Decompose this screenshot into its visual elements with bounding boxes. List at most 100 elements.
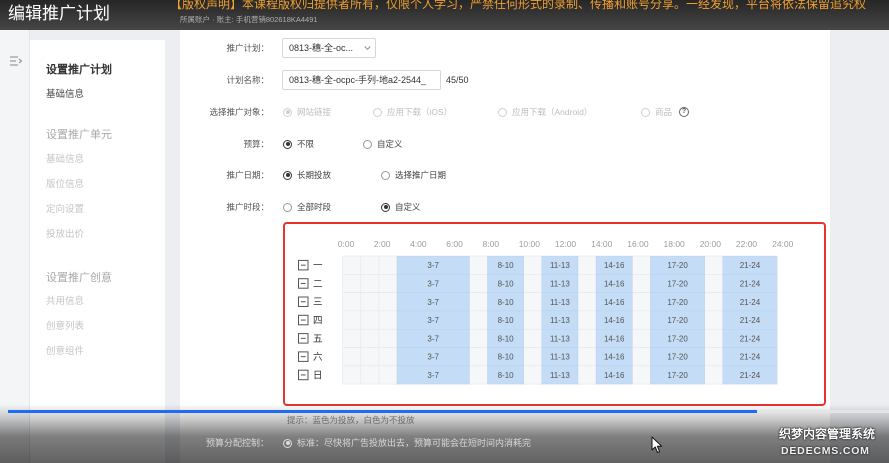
budget-option-custom[interactable]: 自定义: [363, 138, 403, 150]
schedule-cell-off[interactable]: [378, 365, 398, 385]
schedule-cell-off[interactable]: [360, 328, 380, 348]
schedule-cell-off[interactable]: [360, 292, 380, 312]
schedule-cell-off[interactable]: [469, 310, 488, 330]
schedule-cell-off[interactable]: [704, 310, 724, 330]
help-icon[interactable]: [679, 107, 689, 117]
schedule-cell-off[interactable]: [342, 255, 362, 275]
schedule-cell-off[interactable]: [631, 347, 651, 367]
radio-circle: [381, 170, 390, 180]
target-option-ios[interactable]: 应用下载（iOS）: [373, 106, 452, 118]
schedule-cell-off[interactable]: [577, 347, 597, 367]
schedule-cell-off[interactable]: [704, 273, 724, 293]
target-option-product[interactable]: 商品: [641, 106, 672, 118]
schedule-cell-off[interactable]: [704, 255, 724, 275]
sidebar-section-unit[interactable]: 设置推广单元: [46, 128, 112, 142]
schedule-block-label: 14-16: [604, 298, 625, 307]
schedule-cell-off[interactable]: [577, 273, 597, 293]
sidebar-section-plan[interactable]: 设置推广计划: [46, 63, 112, 77]
minus-square-icon[interactable]: [298, 259, 309, 271]
schedule-cell-off[interactable]: [469, 365, 488, 385]
schedule-cell-off[interactable]: [469, 292, 488, 312]
minus-square-icon[interactable]: [298, 278, 309, 289]
sidebar-item-unit-placement[interactable]: 版位信息: [46, 179, 84, 191]
schedule-cell-off[interactable]: [577, 310, 597, 330]
schedule-cell-off[interactable]: [704, 292, 724, 312]
chevron-down-icon: [364, 46, 371, 51]
minus-square-icon[interactable]: [298, 333, 309, 344]
schedule-cell-off[interactable]: [360, 255, 380, 275]
schedule-cell-off[interactable]: [577, 255, 597, 275]
schedule-cell-off[interactable]: [704, 328, 724, 348]
minus-square-icon[interactable]: [298, 296, 309, 307]
schedule-cell-off[interactable]: [378, 255, 398, 275]
schedule-cell-off[interactable]: [342, 310, 362, 330]
schedule-cell-off[interactable]: [523, 273, 543, 293]
schedule-cell-off[interactable]: [704, 347, 724, 367]
schedule-cell-off[interactable]: [342, 292, 362, 312]
date-option-long-term[interactable]: 长期投放: [283, 169, 331, 181]
video-progress-bar[interactable]: [8, 410, 889, 413]
period-option-custom[interactable]: 自定义: [381, 201, 421, 213]
schedule-cell-off[interactable]: [577, 328, 597, 348]
schedule-cell-off[interactable]: [469, 328, 488, 348]
sidebar-item-unit-targeting[interactable]: 定向设置: [46, 204, 84, 216]
schedule-cell-off[interactable]: [360, 273, 380, 293]
schedule-cell-off[interactable]: [631, 310, 651, 330]
plan-name-input[interactable]: 0813-穗-全-ocpc-手列-地a2-2544_: [282, 70, 441, 90]
schedule-cell-off[interactable]: [342, 365, 362, 385]
target-option-website[interactable]: 网站链接: [283, 106, 331, 118]
schedule-cell-off[interactable]: [523, 310, 543, 330]
date-option-pick-range[interactable]: 选择推广日期: [381, 169, 446, 181]
schedule-cell-off[interactable]: [342, 347, 362, 367]
schedule-cell-off[interactable]: [342, 273, 362, 293]
hour-label: 0:00: [338, 239, 355, 249]
plan-label: 推广计划：: [226, 43, 269, 53]
budget-control-option-standard[interactable]: 标准：尽快将广告投放出去，预算可能会在短时间内消耗完: [283, 437, 531, 449]
plan-select[interactable]: 0813-穗-全-oc...: [282, 38, 376, 58]
minus-square-icon[interactable]: [298, 351, 309, 362]
period-option-all[interactable]: 全部时段: [283, 201, 331, 213]
sidebar-item-creative-components[interactable]: 创意组件: [46, 346, 84, 358]
schedule-cell-off[interactable]: [378, 347, 398, 367]
schedule-cell-off[interactable]: [469, 347, 488, 367]
minus-square-icon[interactable]: [298, 369, 309, 381]
schedule-cell-off[interactable]: [378, 310, 398, 330]
sidebar-item-creative-list[interactable]: 创意列表: [46, 321, 84, 333]
day-label: 五: [313, 334, 323, 345]
schedule-cell-off[interactable]: [523, 347, 543, 367]
schedule-cell-off[interactable]: [577, 292, 597, 312]
schedule-cell-off[interactable]: [523, 328, 543, 348]
plan-select-value: 0813-穗-全-oc...: [289, 43, 354, 53]
schedule-cell-off[interactable]: [378, 328, 398, 348]
schedule-cell-off[interactable]: [704, 365, 724, 385]
schedule-cell-off[interactable]: [469, 255, 488, 275]
schedule-cell-off[interactable]: [342, 328, 362, 348]
schedule-cell-off[interactable]: [523, 255, 543, 275]
schedule-cell-off[interactable]: [631, 292, 651, 312]
schedule-cell-off[interactable]: [360, 347, 380, 367]
sidebar-item-creative-shared[interactable]: 共用信息: [46, 296, 84, 308]
schedule-cell-off[interactable]: [378, 292, 398, 312]
schedule-block-label: 21-24: [740, 261, 761, 270]
budget-option-unlimited[interactable]: 不限: [283, 138, 314, 150]
sidebar-item-unit-bidding[interactable]: 投放出价: [46, 229, 84, 241]
schedule-cell-off[interactable]: [469, 273, 488, 293]
schedule-cell-off[interactable]: [577, 365, 597, 385]
minus-square-icon[interactable]: [298, 314, 309, 326]
schedule-cell-off[interactable]: [631, 255, 651, 275]
schedule-cell-off[interactable]: [631, 273, 651, 293]
schedule-cell-off[interactable]: [523, 365, 543, 385]
schedule-cell-off[interactable]: [631, 328, 651, 348]
day-label: 二: [313, 279, 323, 290]
sidebar-item-plan-basic[interactable]: 基础信息: [46, 89, 84, 101]
target-option-android[interactable]: 应用下载（Android）: [498, 106, 592, 118]
schedule-cell-off[interactable]: [631, 365, 651, 385]
schedule-block-label: 8-10: [498, 316, 515, 325]
sidebar-item-unit-basic[interactable]: 基础信息: [46, 154, 84, 166]
schedule-cell-off[interactable]: [523, 292, 543, 312]
expand-menu-icon[interactable]: [9, 55, 23, 67]
schedule-cell-off[interactable]: [360, 310, 380, 330]
schedule-cell-off[interactable]: [360, 365, 380, 385]
sidebar-section-creative[interactable]: 设置推广创意: [46, 271, 112, 285]
schedule-cell-off[interactable]: [378, 273, 398, 293]
